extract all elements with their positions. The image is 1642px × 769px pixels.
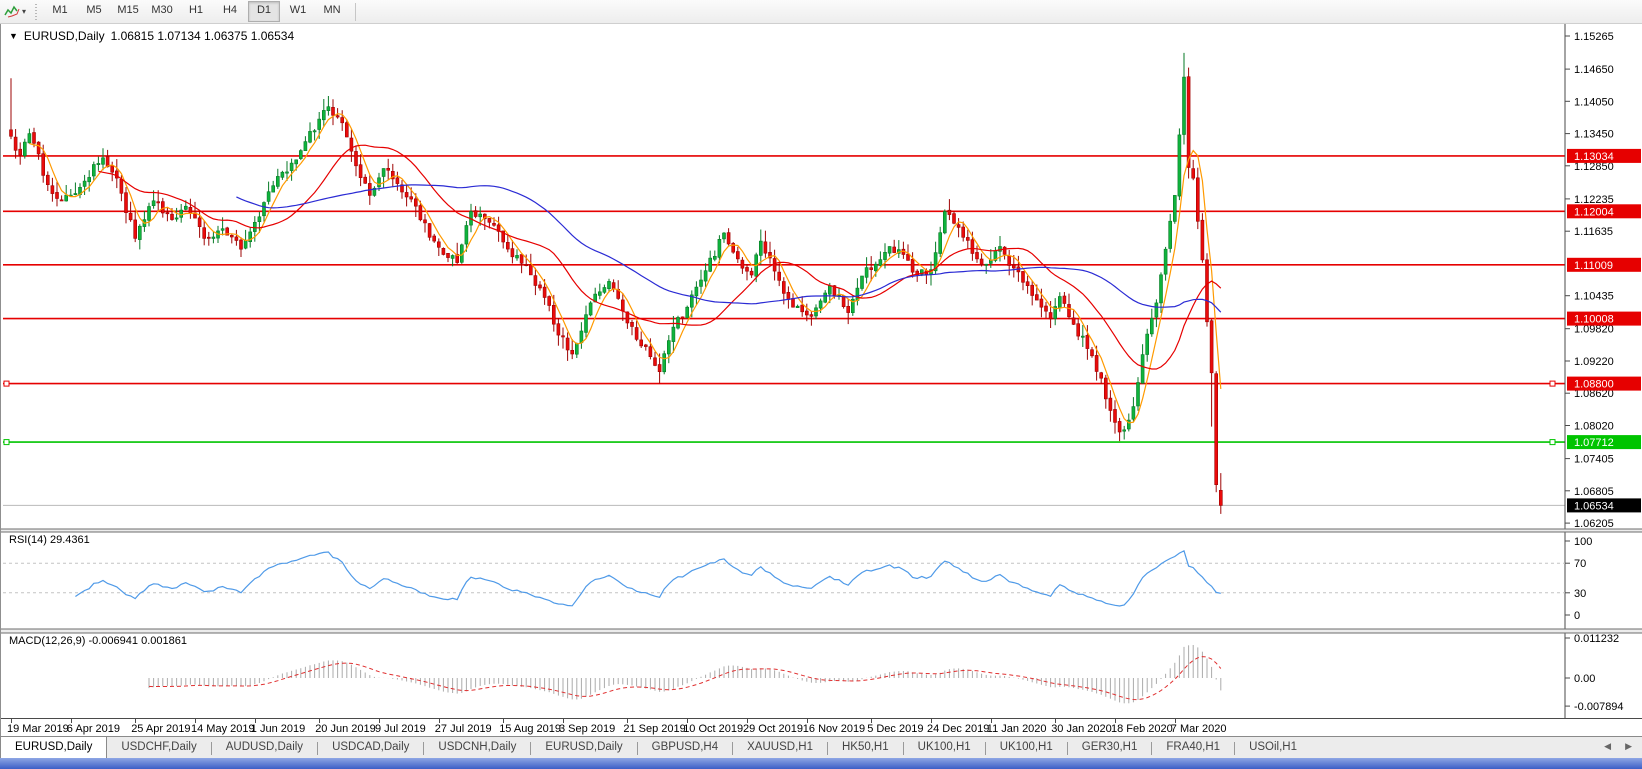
chart-symbol-label: EURUSD,Daily [24,29,105,43]
price-axis-label: 1.12235 [1574,194,1614,206]
ma-50-line [236,185,1220,312]
time-axis-label: 19 Mar 2019 [7,723,69,735]
chart-tab-usoil-h1[interactable]: USOil,H1 [1235,738,1311,758]
chart-tab-hk50-h1[interactable]: HK50,H1 [828,738,903,758]
line-chart-icon [4,5,20,19]
timeframe-button-w1[interactable]: W1 [282,1,314,22]
rsi-indicator-label: RSI(14) 29.4361 [9,534,90,546]
chart-tab-usdcnh-daily[interactable]: USDCNH,Daily [424,738,530,758]
mt4-window: ▾ M1M5M15M30H1H4D1W1MN 1.15265 1.14650 1.1… [0,0,1642,769]
price-level-badge: 1.11009 [1574,260,1613,272]
timeframe-button-h4[interactable]: H4 [214,1,246,22]
time-axis-label: 7 Mar 2020 [1171,723,1227,735]
price-level-badge: 1.07712 [1574,437,1614,449]
chart-tab-eurusd-daily[interactable]: EURUSD,Daily [531,738,636,758]
chart-tab-fra40-h1[interactable]: FRA40,H1 [1152,738,1234,758]
timeframe-button-m5[interactable]: M5 [78,1,110,22]
price-level-badge: 1.12004 [1574,206,1614,218]
rsi-axis-label: 100 [1574,536,1592,548]
time-axis-label: 10 Oct 2019 [683,723,743,735]
time-axis-label: 24 Dec 2019 [927,723,989,735]
chart-title: ▼ EURUSD,Daily 1.06815 1.07134 1.06375 1… [9,29,294,43]
price-axis-label: 1.11635 [1574,226,1613,238]
macd-indicator-label: MACD(12,26,9) -0.006941 0.001861 [9,635,187,647]
hline-handle[interactable] [4,440,9,445]
timeframe-button-mn[interactable]: MN [316,1,348,22]
ma-5-line [29,114,1220,423]
timeframe-button-m1[interactable]: M1 [44,1,76,22]
price-axis-label: 1.08020 [1574,421,1614,433]
chart-tab-uk100-h1[interactable]: UK100,H1 [986,738,1067,758]
hline-handle[interactable] [1550,440,1555,445]
timeframe-button-m15[interactable]: M15 [112,1,144,22]
macd-axis-label: 0.00 [1574,673,1595,685]
price-level-badge: 1.13034 [1574,151,1614,163]
prev-charts-button[interactable]: ◀ [1604,741,1611,752]
time-axis-label: 6 Apr 2019 [67,723,120,735]
toolbar-grip[interactable] [33,4,40,20]
indicators-menu-button[interactable]: ▾ [0,4,30,20]
time-axis-label: 25 Apr 2019 [131,723,190,735]
macd-axis-label: 0.011232 [1574,633,1619,645]
time-axis[interactable]: 19 Mar 20196 Apr 2019 25 Apr 201914 May 2… [1,718,1642,736]
chart-tab-usdcad-daily[interactable]: USDCAD,Daily [318,738,423,758]
rsi-axis-label: 70 [1574,558,1586,570]
time-axis-label: 29 Oct 2019 [743,723,803,735]
price-axis-label: 1.14050 [1574,96,1614,108]
chart-tab-audusd-daily[interactable]: AUDUSD,Daily [212,738,317,758]
toolbar-separator [355,3,356,21]
price-axis-label: 1.06805 [1574,486,1614,498]
price-axis-label: 1.15265 [1574,31,1614,43]
time-axis-label: 20 Jun 2019 [315,723,376,735]
rsi-axis-label: 30 [1574,588,1586,600]
status-strip [0,758,1642,769]
time-axis-label: 30 Jan 2020 [1051,723,1112,735]
time-axis-label: 9 Jul 2019 [375,723,426,735]
price-axis-label: 1.13450 [1574,129,1614,141]
rsi-axis-label: 0 [1574,610,1580,622]
chart-tab-bar: EURUSD,DailyUSDCHF,DailyAUDUSD,DailyUSDC… [0,736,1642,758]
macd-axis-label: -0.007894 [1574,701,1624,713]
price-axis-label: 1.06205 [1574,518,1614,530]
time-axis-label: 11 Jan 2020 [987,723,1047,735]
candles-layer [10,53,1223,514]
chart-tab-ger30-h1[interactable]: GER30,H1 [1068,738,1152,758]
chart-canvas[interactable]: 1.152651.146501.140501.134501.128501.122… [1,24,1642,718]
time-axis-label: 1 Jun 2019 [251,723,305,735]
time-axis-label: 15 Aug 2019 [499,723,561,735]
price-axis-label: 1.10435 [1574,291,1614,303]
time-axis-label: 18 Feb 2020 [1111,723,1173,735]
price-axis-label: 1.14650 [1574,64,1614,76]
time-axis-label: 21 Sep 2019 [623,723,685,735]
time-axis-label: 14 May 2019 [191,723,255,735]
time-axis-label: 16 Nov 2019 [803,723,865,735]
time-axis-label: 27 Jul 2019 [435,723,492,735]
chevron-down-icon: ▾ [22,7,26,16]
toolbar: ▾ M1M5M15M30H1H4D1W1MN [0,0,1642,24]
ma-20-line [98,145,1220,369]
chart-tab-gbpusd-h4[interactable]: GBPUSD,H4 [638,738,732,758]
chart-ohlc-values: 1.06815 1.07134 1.06375 1.06534 [111,29,295,43]
price-axis-label: 1.09220 [1574,356,1614,368]
macd-layer [149,645,1221,703]
hline-handle[interactable] [1550,381,1555,386]
chart-tab-usdchf-daily[interactable]: USDCHF,Daily [107,738,210,758]
timeframe-button-m30[interactable]: M30 [146,1,178,22]
time-axis-label: 5 Dec 2019 [867,723,923,735]
time-axis-label: 3 Sep 2019 [559,723,615,735]
rsi-line [75,551,1220,606]
chart-tab-xauusd-h1[interactable]: XAUUSD,H1 [733,738,827,758]
hline-handle[interactable] [4,381,9,386]
chart-collapse-icon[interactable]: ▼ [9,31,18,41]
price-level-badge: 1.10008 [1574,314,1614,326]
timeframe-button-h1[interactable]: H1 [180,1,212,22]
price-axis-label: 1.07405 [1574,454,1614,466]
chart-tab-eurusd-daily[interactable]: EURUSD,Daily [0,736,107,758]
next-charts-button[interactable]: ▶ [1625,741,1632,752]
price-level-badge: 1.08800 [1574,379,1614,391]
chart-window: 1.152651.146501.140501.134501.128501.122… [0,24,1642,736]
timeframe-button-d1[interactable]: D1 [248,1,280,22]
price-level-badge: 1.06534 [1574,500,1614,512]
chart-tab-uk100-h1[interactable]: UK100,H1 [904,738,985,758]
